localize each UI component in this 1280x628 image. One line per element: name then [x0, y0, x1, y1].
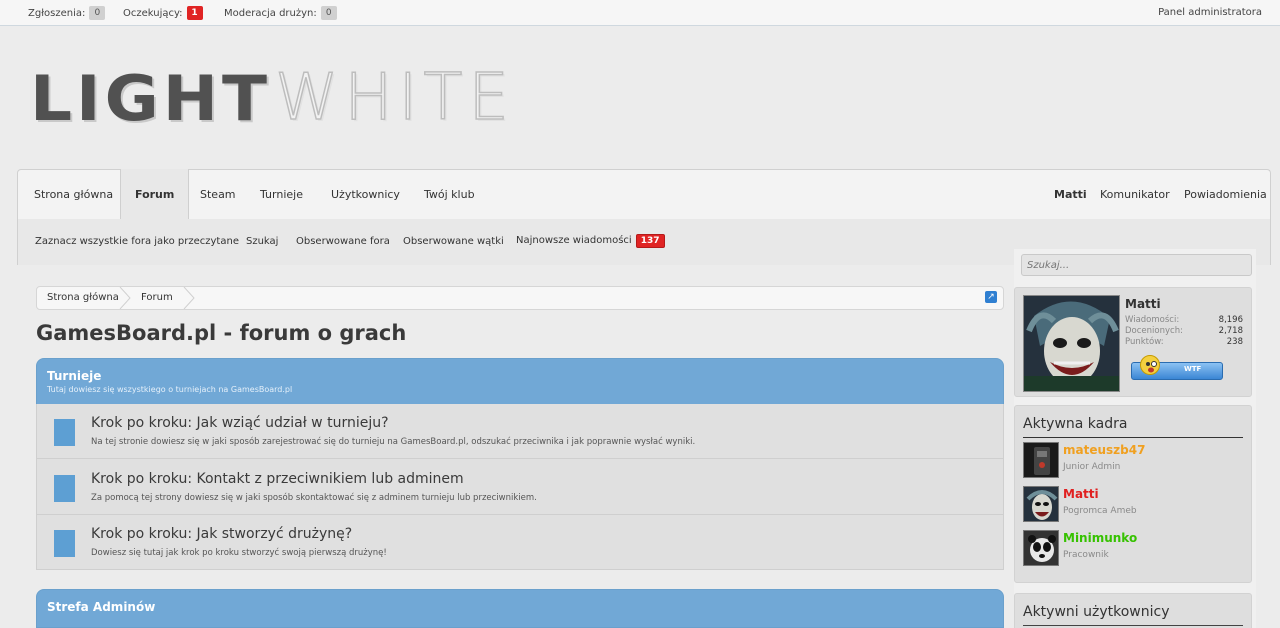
tab-home[interactable]: Strona główna	[20, 170, 127, 220]
tab-your-club[interactable]: Twój klub	[410, 170, 489, 220]
admin-panel-link[interactable]: Panel administratora	[1158, 7, 1262, 18]
forum-read-icon	[54, 530, 75, 557]
category-title[interactable]: Strefa Adminów	[47, 600, 155, 614]
logo-text-white: WHITE	[274, 60, 515, 136]
staff-member[interactable]: Matti Pogromca Ameb	[1023, 486, 1248, 522]
breadcrumb-separator-icon	[119, 287, 131, 309]
watched-forums-link[interactable]: Obserwowane fora	[296, 236, 390, 247]
active-users-heading: Aktywni użytkownicy	[1023, 604, 1243, 626]
active-staff-panel: Aktywna kadra mateuszb47 Junior Admin Ma…	[1014, 405, 1252, 583]
logo-text-light: LIGHT	[30, 61, 272, 135]
forum-read-icon	[54, 475, 75, 502]
main-navigation: Strona główna Forum Steam Turnieje Użytk…	[17, 169, 1271, 220]
avatar	[1023, 486, 1059, 522]
forum-description: Na tej stronie dowiesz się w jaki sposób…	[91, 437, 696, 447]
forum-read-icon	[54, 419, 75, 446]
profile-stat-points: Punktów: 238	[1125, 337, 1243, 348]
category-description: Tutaj dowiesz się wszystkiego o turnieja…	[47, 385, 293, 394]
pending-link[interactable]: Oczekujący: 1	[123, 6, 203, 20]
breadcrumb-end-icon	[183, 287, 195, 309]
forum-row: Krok po kroku: Jak stworzyć drużynę? Dow…	[37, 515, 1003, 570]
watched-threads-link[interactable]: Obserwowane wątki	[403, 236, 504, 247]
profile-stat-likes: Docenionych: 2,718	[1125, 326, 1243, 337]
team-moderation-count-badge: 0	[320, 6, 337, 20]
breadcrumb: Strona główna Forum ↗	[36, 286, 1004, 310]
avatar	[1023, 442, 1059, 478]
profile-username[interactable]: Matti	[1125, 297, 1161, 311]
pending-label: Oczekujący:	[123, 7, 183, 19]
joker-avatar-image	[1024, 296, 1119, 391]
tab-forum[interactable]: Forum	[120, 169, 190, 220]
breadcrumb-forum[interactable]: Forum	[131, 287, 183, 309]
tab-steam[interactable]: Steam	[186, 170, 250, 220]
avatar[interactable]	[1023, 295, 1120, 392]
active-users-panel: Aktywni użytkownicy	[1014, 593, 1252, 628]
staff-name: Matti	[1063, 487, 1099, 501]
team-moderation-label: Moderacja drużyn:	[224, 7, 317, 19]
staff-member[interactable]: mateuszb47 Junior Admin	[1023, 442, 1248, 478]
forum-description: Dowiesz się tutaj jak krok po kroku stwo…	[91, 548, 387, 558]
staff-role: Pogromca Ameb	[1063, 506, 1137, 516]
category-header-admin-zone[interactable]: Strefa Adminów	[36, 589, 1004, 628]
newest-posts-link[interactable]: Najnowsze wiadomości 137	[516, 234, 665, 248]
wtf-label: WTF	[1184, 365, 1202, 373]
reports-link[interactable]: Zgłoszenia: 0	[28, 6, 106, 20]
forum-row: Krok po kroku: Jak wziąć udział w turnie…	[37, 404, 1003, 459]
forum-row: Krok po kroku: Kontakt z przeciwnikiem l…	[37, 460, 1003, 515]
breadcrumb-home[interactable]: Strona główna	[37, 287, 129, 309]
forum-title[interactable]: Krok po kroku: Jak stworzyć drużynę?	[91, 526, 352, 542]
team-moderation-link[interactable]: Moderacja drużyn: 0	[224, 6, 337, 20]
profile-stat-messages: Wiadomości: 8,196	[1125, 315, 1243, 326]
reports-count-badge: 0	[89, 6, 106, 20]
search-input[interactable]	[1021, 254, 1252, 276]
user-menu[interactable]: Matti	[1054, 170, 1087, 220]
stat-value: 2,718	[1218, 326, 1243, 336]
active-staff-heading: Aktywna kadra	[1023, 416, 1243, 438]
pending-count-badge: 1	[186, 6, 203, 20]
tab-users[interactable]: Użytkownicy	[317, 170, 414, 220]
tab-tournaments[interactable]: Turnieje	[246, 170, 317, 220]
forum-title[interactable]: Krok po kroku: Kontakt z przeciwnikiem l…	[91, 471, 464, 487]
staff-role: Junior Admin	[1063, 462, 1121, 472]
mark-all-read-link[interactable]: Zaznacz wszystkie fora jako przeczytane	[35, 236, 239, 247]
stat-value: 238	[1226, 337, 1243, 347]
wtf-rating-button[interactable]: WTF	[1131, 355, 1223, 380]
admin-bar: Zgłoszenia: 0 Oczekujący: 1 Moderacja dr…	[0, 0, 1280, 26]
stat-label: Docenionych:	[1125, 326, 1183, 336]
search-link[interactable]: Szukaj	[246, 236, 278, 247]
stat-label: Punktów:	[1125, 337, 1164, 347]
page-title: GamesBoard.pl - forum o grach	[36, 321, 407, 345]
staff-name: Minimunko	[1063, 531, 1138, 545]
category-title[interactable]: Turnieje	[47, 369, 101, 383]
site-logo[interactable]: LIGHT WHITE	[30, 58, 515, 138]
newest-posts-count-badge: 137	[635, 234, 665, 248]
messenger-link[interactable]: Komunikator	[1100, 170, 1170, 220]
staff-name: mateuszb47	[1063, 443, 1146, 457]
forum-list: Krok po kroku: Jak wziąć udział w turnie…	[36, 404, 1004, 570]
category-header-tournaments[interactable]: Turnieje Tutaj dowiesz się wszystkiego o…	[36, 358, 1004, 405]
staff-member[interactable]: Minimunko Pracownik	[1023, 530, 1248, 566]
newest-posts-label: Najnowsze wiadomości	[516, 235, 632, 246]
visitor-panel: Matti Wiadomości: 8,196 Docenionych: 2,7…	[1014, 287, 1252, 397]
wtf-smiley-icon	[1140, 355, 1160, 375]
staff-role: Pracownik	[1063, 550, 1109, 560]
notifications-link[interactable]: Powiadomienia	[1184, 170, 1267, 220]
forum-description: Za pomocą tej strony dowiesz się w jaki …	[91, 493, 537, 503]
stat-label: Wiadomości:	[1125, 315, 1180, 325]
avatar	[1023, 530, 1059, 566]
stat-value: 8,196	[1218, 315, 1243, 325]
forum-title[interactable]: Krok po kroku: Jak wziąć udział w turnie…	[91, 415, 389, 431]
reports-label: Zgłoszenia:	[28, 7, 86, 19]
jump-to-icon[interactable]: ↗	[985, 291, 997, 303]
